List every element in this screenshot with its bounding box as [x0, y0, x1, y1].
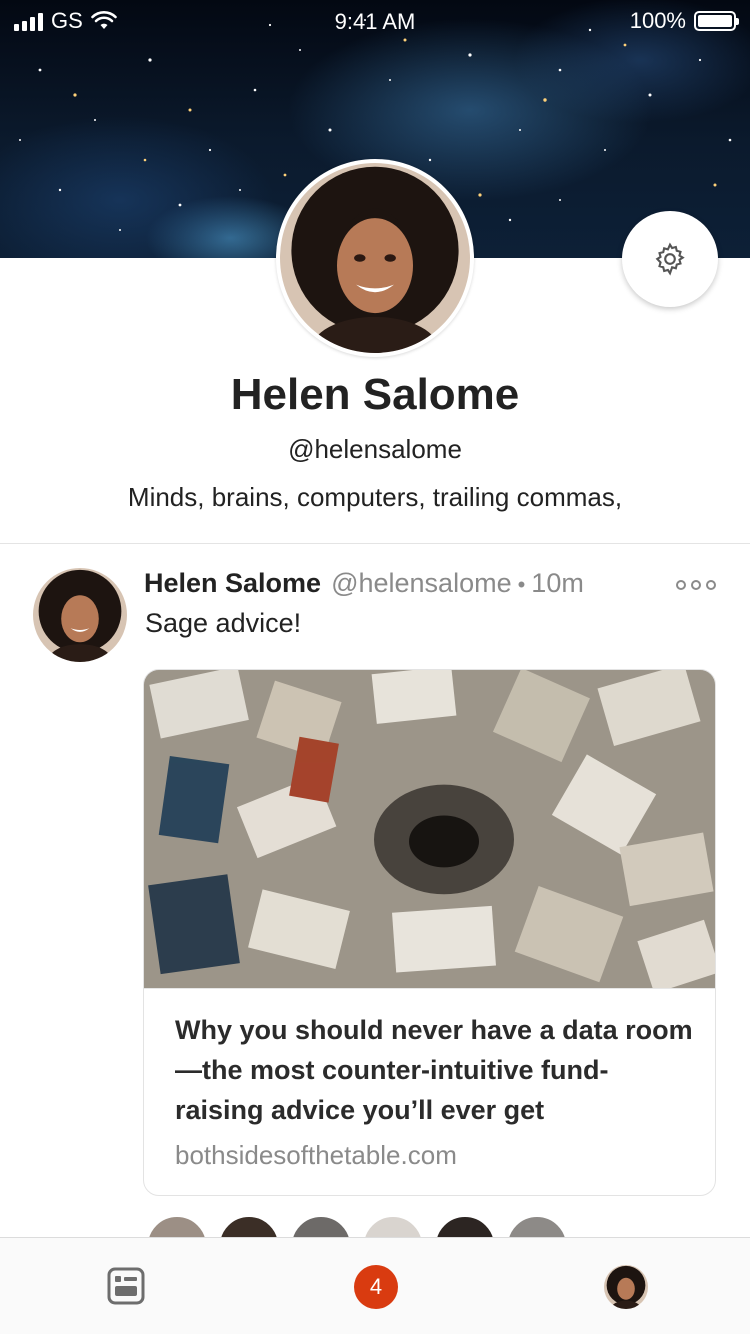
tab-bar: 4 [0, 1237, 750, 1334]
status-bar: GS 9:41 AM 100% [0, 0, 750, 44]
avatar [290, 1215, 352, 1239]
profile-bio: Minds, brains, computers, trailing comma… [127, 482, 623, 512]
avatar [280, 163, 470, 353]
profile-avatar[interactable] [276, 159, 474, 357]
profile-name: Helen Salome [230, 370, 520, 419]
post-avatar[interactable] [33, 568, 127, 662]
gear-icon [655, 242, 685, 276]
avatar [362, 1215, 424, 1239]
feed-icon[interactable] [107, 1267, 145, 1305]
link-title: Why you should never have a data room—th… [175, 1015, 693, 1125]
more-dots-icon[interactable] [676, 574, 720, 596]
post-separator: • [517, 572, 526, 597]
avatar [33, 568, 127, 662]
post-text: Sage advice! [145, 608, 302, 638]
post-time: 10m [531, 568, 584, 598]
avatar [506, 1215, 568, 1239]
settings-button[interactable] [622, 211, 718, 307]
post-header: Helen Salome @helensalome • 10m [144, 568, 584, 599]
link-preview-image [144, 670, 715, 989]
avatar [434, 1215, 496, 1239]
tab-profile[interactable] [604, 1265, 648, 1309]
avatar [604, 1265, 648, 1309]
link-card[interactable]: Why you should never have a data room—th… [143, 669, 716, 1196]
notifications-badge[interactable]: 4 [354, 1265, 398, 1309]
profile-handle: @helensalome [288, 434, 462, 464]
divider [0, 543, 750, 544]
avatar [146, 1215, 208, 1239]
battery-percent: 100% [629, 8, 686, 33]
battery-icon [694, 11, 739, 31]
avatar [218, 1215, 280, 1239]
post-author[interactable]: Helen Salome [144, 568, 321, 598]
post-handle[interactable]: @helensalome [331, 568, 512, 598]
liker-avatars[interactable] [146, 1215, 746, 1239]
link-domain: bothsidesofthetable.com [175, 1140, 457, 1170]
